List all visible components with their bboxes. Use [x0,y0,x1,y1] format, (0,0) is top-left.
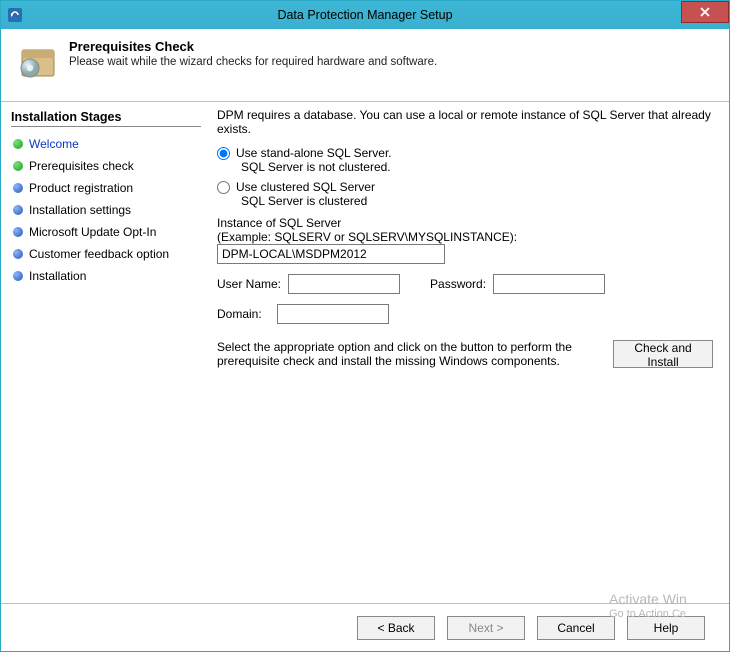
package-icon [13,37,63,87]
stage-label: Installation settings [29,203,131,217]
sql-instance-input[interactable] [217,244,445,264]
next-button[interactable]: Next > [447,616,525,640]
stage-label: Installation [29,269,86,283]
cancel-button[interactable]: Cancel [537,616,615,640]
stage-item-welcome[interactable]: Welcome [11,133,201,155]
back-button[interactable]: < Back [357,616,435,640]
instance-example: (Example: SQLSERV or SQLSERV\MYSQLINSTAN… [217,230,713,244]
stage-item-installation-settings: Installation settings [11,199,201,221]
clustered-sql-sublabel: SQL Server is clustered [241,194,713,208]
stage-label: Product registration [29,181,133,195]
stage-item-product-registration: Product registration [11,177,201,199]
check-and-install-button[interactable]: Check and Install [613,340,713,368]
stage-status-icon [13,183,23,193]
window-title: Data Protection Manager Setup [1,8,729,22]
domain-label: Domain: [217,307,262,321]
help-button[interactable]: Help [627,616,705,640]
username-input[interactable] [288,274,400,294]
stage-status-icon [13,161,23,171]
username-label: User Name: [217,277,281,291]
installation-stages-sidebar: Installation Stages Welcome Prerequisites… [1,102,205,602]
intro-text: DPM requires a database. You can use a l… [217,108,713,136]
stage-label: Prerequisites check [29,159,134,173]
stage-status-icon [13,205,23,215]
app-icon [7,7,23,23]
stage-label: Customer feedback option [29,247,169,261]
clustered-sql-radio[interactable] [217,181,230,194]
stage-status-icon [13,271,23,281]
wizard-footer: < Back Next > Cancel Help [1,603,729,651]
sidebar-heading: Installation Stages [11,110,201,127]
page-title: Prerequisites Check [69,39,437,54]
check-instructions: Select the appropriate option and click … [217,340,601,368]
stage-item-installation: Installation [11,265,201,287]
stage-status-icon [13,227,23,237]
wizard-header: Prerequisites Check Please wait while th… [1,29,729,102]
standalone-sql-sublabel: SQL Server is not clustered. [241,160,713,174]
instance-label: Instance of SQL Server [217,216,713,230]
titlebar: Data Protection Manager Setup [1,1,729,29]
password-label: Password: [430,277,486,291]
stage-label: Microsoft Update Opt-In [29,225,156,239]
stage-item-prerequisites-check: Prerequisites check [11,155,201,177]
close-button[interactable] [681,1,729,23]
stage-status-icon [13,139,23,149]
stage-label: Welcome [29,137,79,151]
password-input[interactable] [493,274,605,294]
standalone-sql-label[interactable]: Use stand-alone SQL Server. [236,146,392,160]
page-subtitle: Please wait while the wizard checks for … [69,56,437,68]
stage-status-icon [13,249,23,259]
stage-item-microsoft-update-opt-in: Microsoft Update Opt-In [11,221,201,243]
standalone-sql-radio[interactable] [217,147,230,160]
clustered-sql-label[interactable]: Use clustered SQL Server [236,180,375,194]
stage-item-customer-feedback-option: Customer feedback option [11,243,201,265]
domain-input[interactable] [277,304,389,324]
main-panel: DPM requires a database. You can use a l… [205,102,729,602]
